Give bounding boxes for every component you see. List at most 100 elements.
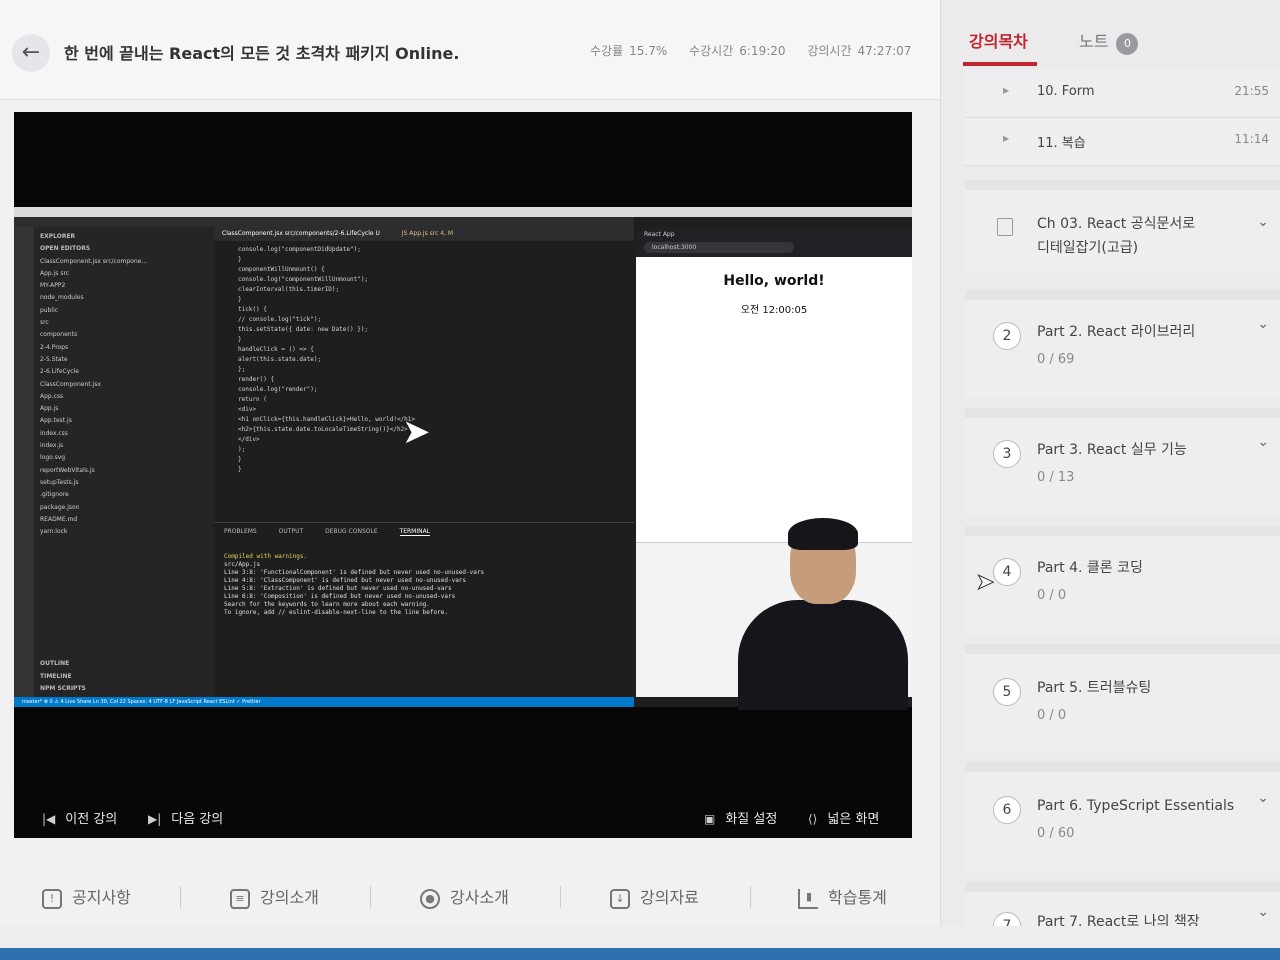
course-stats: 수강률 15.7% 수강시간 6:19:20 강의시간 47:27:07 bbox=[590, 42, 929, 59]
presenter-webcam bbox=[718, 518, 908, 710]
explorer-file-item: logo.svg bbox=[40, 454, 66, 462]
chapter-part6[interactable]: 6 Part 6. TypeScript Essentials 0 / 60 ⌄ bbox=[965, 762, 1280, 872]
wide-screen-button[interactable]: ⟨⟩ 넓은 화면 bbox=[808, 808, 879, 827]
terminal-line: Line 5:8: 'Extraction' is defined but ne… bbox=[224, 585, 452, 592]
chapter-number: 5 bbox=[993, 678, 1021, 706]
code-line: handleClick = () => { bbox=[238, 346, 314, 353]
presenter-hair bbox=[788, 518, 858, 550]
code-line: } bbox=[238, 296, 242, 303]
terminal-tab-debug: DEBUG CONSOLE bbox=[325, 528, 378, 535]
browser-tab: React App bbox=[644, 231, 675, 238]
chapter-ch03[interactable]: Ch 03. React 공식문서로 디테일잡기(고급) ⌄ bbox=[965, 180, 1280, 272]
timeline-section: TIMELINE bbox=[40, 672, 72, 680]
prev-lecture-button[interactable]: |◀ 이전 강의 bbox=[42, 808, 117, 827]
stat-lecture-time: 강의시간 47:27:07 bbox=[807, 44, 912, 58]
hello-world-heading: Hello, world! bbox=[723, 273, 825, 289]
explorer-file-item: MY-APP2 bbox=[40, 282, 66, 290]
editor-tab-active: ClassComponent.jsx src/components/2-6.Li… bbox=[222, 230, 380, 237]
editor-tab-app: JS App.js src 4, M bbox=[401, 230, 454, 237]
explorer-file-item: package.json bbox=[40, 503, 80, 511]
code-line: render() { bbox=[238, 376, 275, 383]
explorer-title: EXPLORER bbox=[40, 233, 76, 240]
video-cursor-icon: ➤ bbox=[402, 412, 431, 452]
explorer-file-item: App.js bbox=[40, 405, 59, 413]
chapter-title: Part 3. React 실무 기능 bbox=[1037, 442, 1187, 458]
nav-statistics[interactable]: ▮ 학습통계 bbox=[798, 884, 887, 909]
code-line: return ( bbox=[238, 396, 267, 403]
lesson-title: 11. 복습 bbox=[1037, 136, 1086, 151]
browser-url: localhost:3000 bbox=[644, 242, 794, 253]
nav-instructor[interactable]: ● 강사소개 bbox=[420, 884, 509, 909]
expand-icon: ⟨⟩ bbox=[808, 812, 818, 826]
open-editors: OPEN EDITORS bbox=[40, 245, 91, 253]
next-lecture-button[interactable]: ▶| 다음 강의 bbox=[148, 808, 223, 827]
nav-divider bbox=[370, 886, 371, 908]
skip-forward-icon: ▶| bbox=[148, 812, 162, 826]
code-line: } bbox=[238, 336, 242, 343]
code-line: componentWillUnmount() { bbox=[238, 266, 325, 273]
screen: ← 한 번에 끝내는 React의 모든 것 초격차 패키지 Online. 수… bbox=[0, 0, 1280, 960]
code-line: console.log("componentWillUnmount"); bbox=[238, 276, 369, 283]
terminal-tab-output: OUTPUT bbox=[278, 528, 304, 535]
terminal-tabs: PROBLEMS OUTPUT DEBUG CONSOLE TERMINAL bbox=[214, 523, 634, 539]
screen-bottom-edge bbox=[0, 926, 1280, 960]
explorer-file-item: .gitignore bbox=[40, 491, 69, 499]
notes-count-badge: 0 bbox=[1116, 33, 1139, 55]
explorer-file-item: ClassComponent.jsx src/compone... bbox=[40, 257, 148, 265]
nav-divider bbox=[560, 886, 561, 908]
nav-notice[interactable]: ! 공지사항 bbox=[42, 884, 131, 909]
vscode-explorer: EXPLORER OPEN EDITORS ClassComponent.jsx… bbox=[34, 227, 214, 697]
chapter-number: 6 bbox=[993, 796, 1021, 824]
outline-section: OUTLINE bbox=[40, 660, 70, 668]
code-line: console.log("componentDidUpdate"); bbox=[238, 246, 361, 253]
tab-curriculum[interactable]: 강의목차 bbox=[963, 28, 1037, 66]
code-line: ); bbox=[238, 446, 246, 453]
terminal-output: Compiled with warnings. src/App.js Line 3… bbox=[214, 539, 634, 631]
terminal-line: Line 6:8: 'Composition' is defined but n… bbox=[224, 593, 456, 600]
code-line: // console.log("tick"); bbox=[238, 316, 322, 323]
nav-materials[interactable]: ↓ 강의자료 bbox=[610, 884, 699, 909]
nav-intro[interactable]: ≡ 강의소개 bbox=[230, 884, 319, 909]
chapter-progress: 0 / 0 bbox=[1037, 588, 1067, 603]
nav-divider bbox=[180, 886, 181, 908]
chapter-part7[interactable]: 7 Part 7. React로 나의 책장 ⌄ bbox=[965, 882, 1280, 940]
code-line: alert(this.state.date); bbox=[238, 356, 322, 363]
browser-toolbar: React App localhost:3000 bbox=[636, 227, 912, 257]
chapter-part2[interactable]: 2 Part 2. React 라이브러리 0 / 69 ⌄ bbox=[965, 290, 1280, 398]
explorer-file-item: 2-4.Props bbox=[40, 343, 69, 351]
skip-back-icon: |◀ bbox=[42, 812, 56, 826]
clock-text: 오전 12:00:05 bbox=[740, 305, 808, 316]
curriculum-sidebar: 강의목차 노트 0 ▶ 10. Form 21:55 ▶ 11. 복습 11:14… bbox=[940, 0, 1280, 940]
chapter-part5[interactable]: 5 Part 5. 트러블슈팅 0 / 0 bbox=[965, 644, 1280, 752]
chapter-title: Part 2. React 라이브러리 bbox=[1037, 324, 1196, 340]
chapter-part4[interactable]: 4 Part 4. 클론 코딩 0 / 0 bbox=[965, 526, 1280, 634]
editor-tabs: ClassComponent.jsx src/components/2-6.Li… bbox=[214, 227, 634, 241]
lesson-title: 10. Form bbox=[1037, 84, 1095, 99]
lesson-item[interactable]: ▶ 10. Form 21:55 bbox=[965, 70, 1280, 118]
mac-menubar bbox=[14, 207, 912, 217]
lesson-item[interactable]: ▶ 11. 복습 11:14 bbox=[965, 118, 1280, 166]
back-button[interactable]: ← bbox=[12, 34, 50, 72]
nav-divider bbox=[750, 886, 751, 908]
code-line: <h2>{this.state.date.toLocaleTimeString(… bbox=[238, 426, 408, 433]
mouse-cursor-icon: ➤ bbox=[975, 570, 995, 596]
explorer-file-item: reportWebVitals.js bbox=[40, 466, 95, 474]
display-icon: ▣ bbox=[704, 812, 716, 826]
stat-watch-time: 수강시간 6:19:20 bbox=[689, 44, 786, 58]
explorer-file-item: public bbox=[40, 306, 59, 314]
quality-settings-button[interactable]: ▣ 화질 설정 bbox=[704, 808, 777, 827]
explorer-file-item: components bbox=[40, 331, 78, 339]
document-icon bbox=[997, 218, 1013, 236]
chapter-number: 2 bbox=[993, 322, 1021, 350]
code-line: }; bbox=[238, 366, 246, 373]
chapter-part3[interactable]: 3 Part 3. React 실무 기능 0 / 13 ⌄ bbox=[965, 408, 1280, 516]
terminal-line: Search for the keywords to learn more ab… bbox=[224, 601, 430, 608]
clipboard-icon: ≡ bbox=[230, 888, 250, 909]
video-player[interactable]: EXPLORER OPEN EDITORS ClassComponent.jsx… bbox=[14, 112, 912, 838]
terminal-line: Compiled with warnings. bbox=[224, 553, 308, 560]
user-icon: ● bbox=[420, 888, 440, 909]
explorer-file-item: 2-6.LifeCycle bbox=[40, 368, 79, 376]
file-list: ClassComponent.jsx src/compone... App.js … bbox=[40, 256, 208, 539]
code-line: console.log("render"); bbox=[238, 386, 318, 393]
tab-notes[interactable]: 노트 0 bbox=[1079, 28, 1139, 55]
